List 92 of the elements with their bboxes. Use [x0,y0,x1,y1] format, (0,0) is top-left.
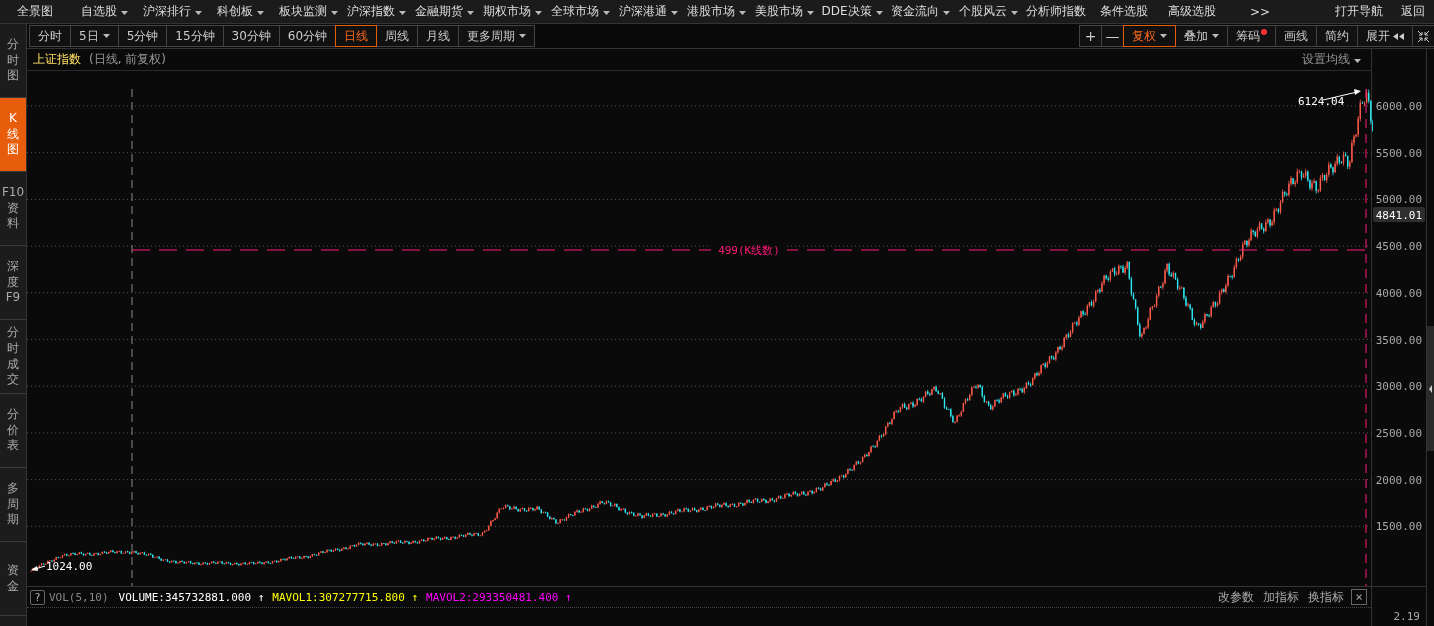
menu-link[interactable]: 返回 [1392,3,1434,20]
caret-icon [806,11,814,15]
sidebar-tab[interactable]: K线图 [0,98,26,172]
period-tab[interactable]: 周线 [376,25,419,47]
chart-title: 上证指数 [33,51,81,68]
menu-item[interactable]: 个股风云 [954,3,1022,20]
high-price-label: 6124.04 [1298,95,1345,108]
current-price-tag: 4841.01 [1373,207,1425,222]
collapse-button[interactable] [1412,25,1434,47]
menu-item[interactable]: 分析师指数 [1022,3,1090,20]
caret-icon [670,11,678,15]
toolbar-button[interactable]: 复权 [1123,25,1176,47]
caret-icon [330,11,338,15]
axis-label: 2000.00 [1375,473,1422,487]
period-tab[interactable]: 60分钟 [278,25,337,47]
period-tab[interactable]: 月线 [417,25,460,47]
close-button[interactable]: × [1351,589,1367,605]
toolbar-button[interactable]: 叠加 [1175,25,1228,47]
menu-item[interactable]: 金融期货 [410,3,478,20]
menu-item[interactable]: 期权市场 [478,3,546,20]
left-arrow-icon[interactable] [1428,383,1433,394]
caret-icon [1354,59,1361,63]
menu-item[interactable]: 高级选股 [1158,3,1226,20]
low-price-label: 1024.00 [46,560,93,573]
indicator-value: MAVOL2:293350481.400 ↑ [426,590,572,604]
scrollbar-thumb[interactable] [1427,326,1434,451]
indicator-link[interactable]: 换指标 [1308,588,1344,606]
caret-icon [398,11,406,15]
toolbar-button[interactable]: 筹码 [1227,25,1276,47]
menu-item[interactable]: 沪深排行 [138,3,206,20]
menu-item[interactable]: 沪深指数 [342,3,410,20]
toolbar-button[interactable]: 简约 [1316,25,1358,47]
caret-icon [602,11,610,15]
menu-item[interactable]: 美股市场 [750,3,818,20]
menu-link[interactable]: 打开导航 [1326,3,1392,20]
collapse-icon [1417,29,1430,43]
caret-icon [738,11,746,15]
menu-item[interactable]: 沪深港通 [614,3,682,20]
indicator-value: VOLUME:345732881.000 ↑ [118,590,265,604]
period-tab[interactable]: 更多周期 [458,25,536,47]
indicator-value: MAVOL1:307277715.800 ↑ [272,590,418,604]
period-tab[interactable]: 5分钟 [117,25,168,47]
menu-item[interactable]: >> [1226,4,1294,19]
menu-item[interactable]: 自选股 [70,3,138,20]
menu-item[interactable]: 资金流向 [886,3,954,20]
caret-icon [519,34,527,38]
period-tab[interactable]: 日线 [335,25,378,47]
ma-settings-dropdown[interactable]: 设置均线 [1302,51,1361,68]
caret-icon [1010,11,1018,15]
range-label: 499(K线数) [718,244,780,257]
caret-icon [194,11,202,15]
axis-label: 6000.00 [1375,100,1422,113]
menu-item[interactable]: 条件选股 [1090,3,1158,20]
axis-label: 5000.00 [1375,193,1422,207]
caret-icon [120,11,128,15]
menu-item[interactable]: 全景图 [0,3,70,20]
pointer-arrow-icon [31,565,46,571]
menu-item[interactable]: 全球市场 [546,3,614,20]
axis-label: 3000.00 [1375,380,1422,394]
double-left-arrow-icon [1393,32,1404,40]
chart-subtitle: (日线, 前复权) [89,51,166,68]
axis-label: 3500.00 [1375,333,1422,347]
period-tab[interactable]: 5日 [70,25,119,47]
caret-icon [1160,34,1167,38]
period-tab[interactable]: 分时 [29,25,71,47]
caret-icon [534,11,542,15]
menu-item[interactable]: 板块监测 [274,3,342,20]
indicator-link[interactable]: 改参数 [1218,588,1254,606]
toolbar-button[interactable]: 展开 [1357,25,1413,47]
caret-icon [256,11,264,15]
caret-icon [875,11,883,15]
menu-item[interactable]: 港股市场 [682,3,750,20]
toolbar-button[interactable]: — [1101,25,1124,47]
axis-label: 1500.00 [1375,520,1422,534]
axis-label: 4500.00 [1375,240,1422,254]
axis-label: 2.19 [1393,610,1420,623]
caret-icon [102,34,110,38]
indicator-name: VOL(5,10) [49,590,109,604]
caret-icon [466,11,474,15]
toolbar-button[interactable]: 画线 [1275,25,1317,47]
menu-item[interactable]: 科创板 [206,3,274,20]
help-button[interactable]: ? [30,589,45,605]
axis-label: 5500.00 [1375,146,1422,160]
caret-icon [942,11,950,15]
menu-item[interactable]: DDE决策 [818,3,886,20]
indicator-link[interactable]: 加指标 [1263,588,1299,606]
period-tab[interactable]: 30分钟 [222,25,280,47]
axis-label: 4000.00 [1375,286,1422,300]
caret-icon [1212,34,1219,38]
toolbar-button[interactable]: + [1079,25,1102,47]
period-tab[interactable]: 15分钟 [166,25,224,47]
axis-label: 2500.00 [1375,426,1422,440]
